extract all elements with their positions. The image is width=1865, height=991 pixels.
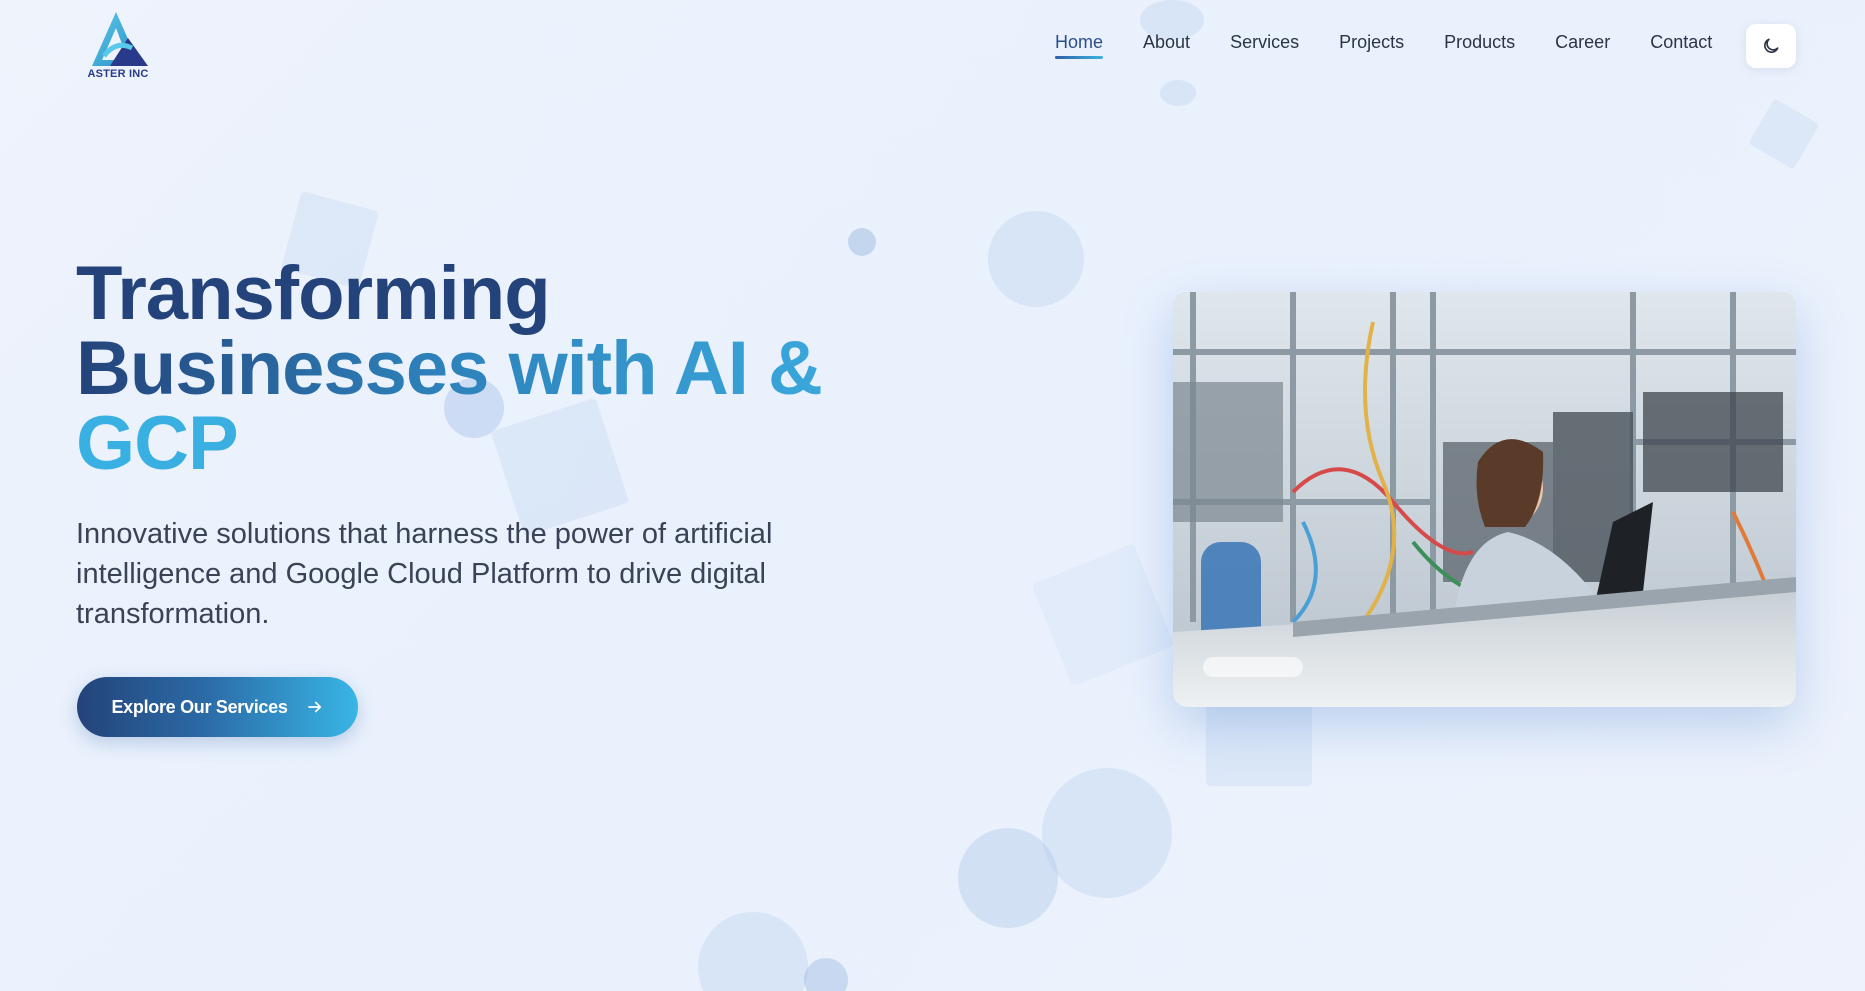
hero-title-line: GCP — [76, 406, 836, 482]
hero-title: Transforming Businesses with AI & GCP — [76, 251, 836, 482]
triangle-logo-icon — [92, 12, 148, 66]
bg-decor-circle — [958, 828, 1058, 928]
theme-toggle-button[interactable] — [1746, 24, 1796, 68]
bg-decor-circle — [804, 958, 848, 991]
main-nav: Home About Services Projects Products Ca… — [1055, 32, 1752, 59]
nav-products[interactable]: Products — [1444, 32, 1515, 59]
brand-logo[interactable]: ASTER INC — [82, 10, 154, 84]
nav-projects[interactable]: Projects — [1339, 32, 1404, 59]
moon-icon — [1764, 38, 1779, 53]
hero-photo — [1173, 292, 1796, 707]
engineer-lab-photo-icon — [1173, 292, 1796, 707]
nav-about[interactable]: About — [1143, 32, 1190, 59]
bg-decor-square — [1031, 543, 1175, 687]
nav-contact[interactable]: Contact — [1650, 32, 1712, 59]
cta-label: Explore Our Services — [111, 696, 288, 717]
hero-subtitle: Innovative solutions that harness the po… — [76, 518, 773, 630]
nav-services[interactable]: Services — [1230, 32, 1299, 59]
image-caption-pill — [1203, 657, 1303, 677]
explore-services-button[interactable]: Explore Our Services — [77, 677, 358, 737]
hero-title-line: Businesses with AI & — [76, 331, 836, 407]
nav-career[interactable]: Career — [1555, 32, 1610, 59]
bg-decor-circle — [848, 228, 876, 256]
bg-decor-circle — [988, 211, 1084, 307]
hero-title-line: Transforming — [76, 251, 551, 336]
bg-decor-circle — [1042, 768, 1172, 898]
bg-decor-square — [1748, 98, 1820, 170]
logo-text: ASTER INC — [87, 68, 149, 80]
bg-decor-square — [1206, 696, 1312, 786]
arrow-right-icon — [307, 701, 321, 713]
nav-home[interactable]: Home — [1055, 32, 1104, 59]
bg-decor-circle — [698, 912, 808, 991]
site-header: ASTER INC Home About Services Projects P… — [0, 0, 1865, 92]
